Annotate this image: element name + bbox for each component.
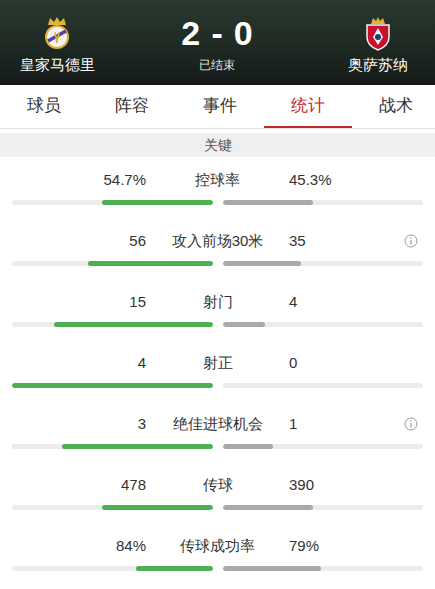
stat-label: 控球率 — [150, 170, 285, 190]
stat-bars — [0, 444, 435, 449]
stat-row: 3绝佳进球机会1 — [0, 401, 435, 462]
stat-label: 射正 — [150, 353, 285, 373]
away-bar-fill — [223, 444, 273, 449]
away-bar-track — [223, 505, 424, 510]
away-value: 45.3% — [289, 170, 332, 190]
home-bar-fill — [12, 383, 213, 388]
stat-row: 478传球390 — [0, 462, 435, 523]
tab[interactable]: 阵容 — [88, 85, 176, 128]
stat-label: 绝佳进球机会 — [150, 414, 285, 434]
away-value: 79% — [289, 536, 319, 556]
home-bar-fill — [102, 200, 212, 205]
stat-row: 56攻入前场30米35 — [0, 218, 435, 279]
home-value: 4 — [0, 353, 150, 373]
away-team-name: 奥萨苏纳 — [348, 55, 408, 75]
tab-indicator — [264, 126, 352, 128]
match-header: 皇家马德里 2 - 0 已结束 奥萨苏纳 — [0, 0, 435, 85]
home-value: 54.7% — [0, 170, 150, 190]
tab-indicator — [176, 126, 264, 128]
stat-bars — [0, 505, 435, 510]
match-status: 已结束 — [199, 57, 235, 73]
home-bar-track — [12, 261, 213, 266]
away-bar-fill — [223, 261, 301, 266]
home-bar-track — [12, 505, 213, 510]
stat-label: 攻入前场30米 — [150, 231, 285, 251]
away-value: 1 — [289, 414, 297, 434]
stat-row: 54.7%控球率45.3% — [0, 157, 435, 218]
stat-label: 传球成功率 — [150, 536, 285, 556]
tab-bar: 球员阵容事件统计战术 — [0, 85, 435, 129]
home-value: 56 — [0, 231, 150, 251]
home-bar-fill — [102, 505, 212, 510]
home-bar-track — [12, 566, 213, 571]
match-stats-screen: 皇家马德里2 - 0已结束奥萨苏纳球员阵容事件统计战术关键54.7%控球率45.… — [0, 0, 435, 589]
section-header: 关键 — [0, 133, 435, 157]
home-value: 84% — [0, 536, 150, 556]
score: 2 - 0 — [181, 13, 253, 53]
tab[interactable]: 事件 — [176, 85, 264, 128]
tab-indicator — [352, 126, 435, 128]
away-bar-fill — [223, 505, 313, 510]
away-value: 390 — [289, 475, 314, 495]
home-value: 15 — [0, 292, 150, 312]
away-bar-track — [223, 200, 424, 205]
away-bar-fill — [223, 322, 265, 327]
info-icon[interactable] — [404, 417, 418, 431]
away-bar-track — [223, 383, 424, 388]
osasuna-logo-icon — [363, 15, 393, 51]
stat-label: 传球 — [150, 475, 285, 495]
home-bar-fill — [136, 566, 212, 571]
tab-indicator — [0, 126, 88, 128]
home-value: 478 — [0, 475, 150, 495]
info-icon[interactable] — [404, 234, 418, 248]
stat-bars — [0, 200, 435, 205]
away-bar-fill — [223, 200, 313, 205]
tab-indicator — [88, 126, 176, 128]
away-bar-track — [223, 566, 424, 571]
stat-bars — [0, 566, 435, 571]
away-team[interactable]: 奥萨苏纳 — [333, 11, 423, 75]
stat-row: 4射正0 — [0, 340, 435, 401]
tab[interactable]: 战术 — [352, 85, 435, 128]
away-value: 0 — [289, 353, 297, 373]
home-team-name: 皇家马德里 — [20, 55, 95, 75]
stat-row: 15射门4 — [0, 279, 435, 340]
away-bar-track — [223, 261, 424, 266]
away-bar-fill — [223, 566, 321, 571]
tab[interactable]: 球员 — [0, 85, 88, 128]
away-bar-track — [223, 322, 424, 327]
home-bar-track — [12, 200, 213, 205]
tab[interactable]: 统计 — [264, 85, 352, 128]
home-bar-fill — [54, 322, 212, 327]
home-team[interactable]: 皇家马德里 — [12, 11, 102, 75]
real-madrid-logo-icon — [42, 15, 72, 51]
home-bar-fill — [62, 444, 212, 449]
stat-bars — [0, 261, 435, 266]
stat-bars — [0, 322, 435, 327]
stat-label: 射门 — [150, 292, 285, 312]
home-bar-fill — [88, 261, 212, 266]
home-bar-track — [12, 383, 213, 388]
stats-list: 54.7%控球率45.3%56攻入前场30米3515射门44射正03绝佳进球机会… — [0, 157, 435, 584]
stat-row: 84%传球成功率79% — [0, 523, 435, 584]
away-value: 4 — [289, 292, 297, 312]
home-value: 3 — [0, 414, 150, 434]
home-bar-track — [12, 444, 213, 449]
stat-bars — [0, 383, 435, 388]
home-bar-track — [12, 322, 213, 327]
away-value: 35 — [289, 231, 306, 251]
away-bar-track — [223, 444, 424, 449]
score-block: 2 - 0 已结束 — [181, 13, 253, 73]
